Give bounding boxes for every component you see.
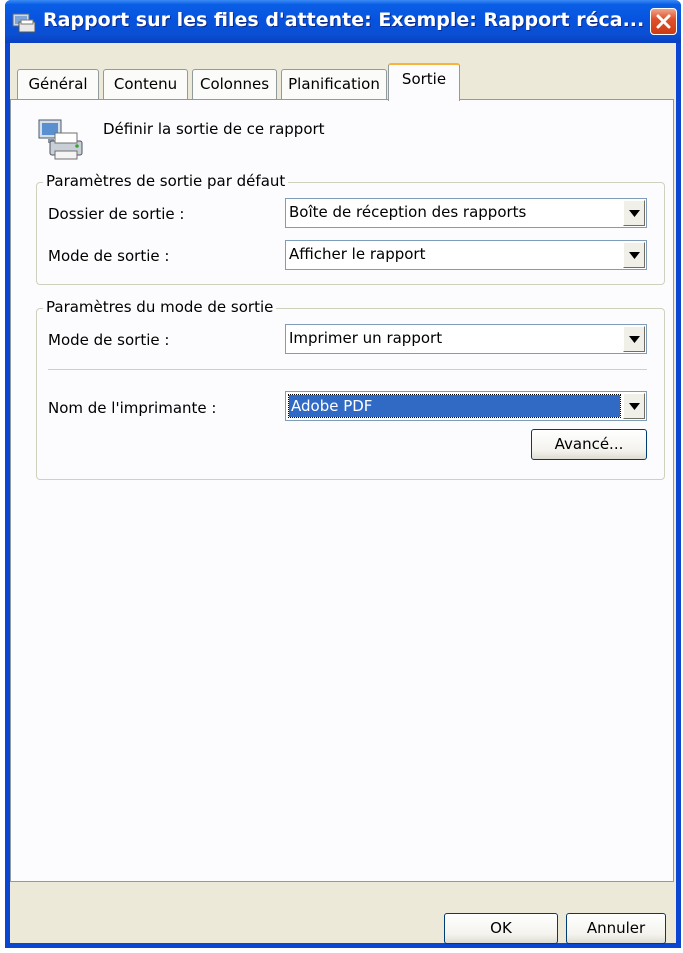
printer-icon [38, 119, 83, 160]
window-title: Rapport sur les files d'attente: Exemple… [43, 9, 645, 31]
chevron-down-icon [629, 252, 640, 259]
chevron-down-icon [629, 403, 640, 410]
output-mode-label: Mode de sortie : [48, 331, 170, 349]
tab-colonnes[interactable]: Colonnes [192, 69, 277, 99]
dropdown-button[interactable] [623, 200, 645, 226]
dropdown-button[interactable] [623, 326, 645, 352]
output-folder-select[interactable]: Boîte de réception des rapports [285, 198, 647, 228]
tab-sortie[interactable]: Sortie [388, 63, 460, 101]
page-description: Définir la sortie de ce rapport [103, 120, 325, 138]
default-mode-label: Mode de sortie : [48, 247, 170, 265]
default-output-group: Paramètres de sortie par défaut Dossier … [36, 172, 665, 285]
output-mode-group: Paramètres du mode de sortie Mode de sor… [36, 298, 665, 480]
default-group-legend: Paramètres de sortie par défaut [43, 172, 289, 190]
output-mode-select[interactable]: Imprimer un rapport [285, 324, 647, 354]
close-button[interactable] [650, 8, 677, 35]
tab-planification[interactable]: Planification [281, 69, 387, 99]
chevron-down-icon [629, 336, 640, 343]
output-mode-value: Imprimer un rapport [289, 329, 443, 347]
dialog-window: Rapport sur les files d'attente: Exemple… [5, 0, 681, 948]
output-folder-label: Dossier de sortie : [48, 205, 185, 223]
chevron-down-icon [629, 210, 640, 217]
dialog-client-area: Général Contenu Colonnes Planification S… [10, 43, 676, 944]
cancel-button[interactable]: Annuler [566, 913, 666, 944]
output-folder-value: Boîte de réception des rapports [289, 203, 527, 221]
dropdown-button[interactable] [623, 242, 645, 268]
printer-name-select[interactable]: Adobe PDF [285, 391, 647, 421]
report-app-icon [12, 13, 36, 33]
tab-strip: Général Contenu Colonnes Planification S… [10, 43, 676, 103]
printer-name-value: Adobe PDF [288, 394, 621, 418]
close-icon [656, 14, 671, 29]
advanced-button[interactable]: Avancé... [531, 429, 647, 460]
default-mode-select[interactable]: Afficher le rapport [285, 240, 647, 270]
mode-group-legend: Paramètres du mode de sortie [43, 298, 277, 316]
ok-button[interactable]: OK [444, 913, 558, 944]
default-mode-value: Afficher le rapport [289, 245, 426, 263]
tab-general[interactable]: Général [17, 69, 99, 99]
title-bar[interactable]: Rapport sur les files d'attente: Exemple… [5, 0, 681, 43]
dropdown-button[interactable] [623, 393, 645, 419]
printer-name-label: Nom de l'imprimante : [48, 399, 217, 417]
divider [48, 369, 647, 370]
tab-page-sortie: Définir la sortie de ce rapport Paramètr… [10, 99, 674, 882]
tab-contenu[interactable]: Contenu [103, 69, 188, 99]
